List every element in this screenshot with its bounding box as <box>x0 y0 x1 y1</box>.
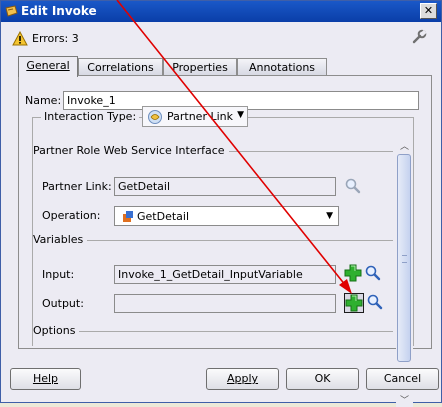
scroll-down-icon[interactable]: ﹀ <box>396 393 413 407</box>
scrollbar-thumb[interactable] <box>397 154 411 362</box>
help-button[interactable]: Help <box>10 368 81 390</box>
partner-link-field[interactable]: GetDetail <box>114 177 336 196</box>
tab-properties[interactable]: Properties <box>163 58 237 76</box>
operation-icon <box>123 211 133 222</box>
variables-heading: Variables <box>33 233 88 246</box>
general-tab-panel: Name: Invoke_1 Interaction Type: Partner… <box>18 75 432 407</box>
ok-label: OK <box>314 372 331 385</box>
interaction-type-dropdown[interactable]: Partner Link ▼ <box>142 106 248 127</box>
interaction-type-label: Interaction Type: <box>41 110 140 123</box>
title-bar[interactable]: Edit Invoke ✕ <box>1 1 441 22</box>
partner-link-label: Partner Link: <box>42 180 112 193</box>
tab-label: Annotations <box>248 61 316 74</box>
edit-invoke-dialog: Edit Invoke ✕ Errors: 3 General Correlat… <box>0 0 442 407</box>
partner-link-icon <box>148 110 162 124</box>
errors-text: Errors: 3 <box>32 32 79 45</box>
options-heading: Options <box>33 324 80 337</box>
chevron-down-icon: ▼ <box>326 211 333 221</box>
options-divider <box>33 331 393 332</box>
wrench-icon[interactable] <box>411 29 427 45</box>
tab-general[interactable]: General <box>18 56 78 77</box>
scroll-up-icon[interactable]: ︿ <box>396 139 413 153</box>
input-variable-field[interactable]: Invoke_1_GetDetail_InputVariable <box>114 265 336 284</box>
cancel-label: Cancel <box>383 372 422 385</box>
magnifier-icon[interactable] <box>344 177 362 195</box>
warning-icon <box>12 31 28 46</box>
tab-correlations[interactable]: Correlations <box>78 58 163 76</box>
output-label: Output: <box>42 297 84 310</box>
output-variable-field[interactable] <box>114 294 336 313</box>
green-plus-icon[interactable] <box>344 264 362 282</box>
operation-value: GetDetail <box>137 210 190 223</box>
magnifier-icon[interactable] <box>366 293 384 311</box>
green-plus-icon[interactable] <box>344 293 364 313</box>
tab-label: Correlations <box>87 61 154 74</box>
window-title: Edit Invoke <box>21 4 97 18</box>
cancel-button[interactable]: Cancel <box>366 368 439 390</box>
partner-role-heading: Partner Role Web Service Interface <box>33 144 229 157</box>
operation-label: Operation: <box>42 209 101 222</box>
close-button[interactable]: ✕ <box>420 3 437 19</box>
magnifier-icon[interactable] <box>364 264 382 282</box>
name-label: Name: <box>25 94 62 107</box>
input-label: Input: <box>42 268 75 281</box>
tab-label: General <box>26 59 70 72</box>
interaction-type-value: Partner Link <box>167 110 233 123</box>
chevron-down-icon: ▼ <box>237 110 244 120</box>
ok-button[interactable]: OK <box>286 368 359 390</box>
tab-label: Properties <box>172 61 228 74</box>
vertical-scrollbar[interactable]: ︿ ﹀ <box>396 139 413 407</box>
help-label: Help <box>32 372 59 385</box>
grip-icon <box>402 255 407 263</box>
invoke-icon <box>5 5 18 17</box>
tab-annotations[interactable]: Annotations <box>237 58 327 76</box>
apply-button[interactable]: Apply <box>206 368 279 390</box>
apply-label: Apply <box>226 372 259 385</box>
interaction-type-group: Interaction Type: Partner Link ▼ Partner… <box>32 106 414 346</box>
operation-dropdown[interactable]: GetDetail ▼ <box>114 206 339 226</box>
